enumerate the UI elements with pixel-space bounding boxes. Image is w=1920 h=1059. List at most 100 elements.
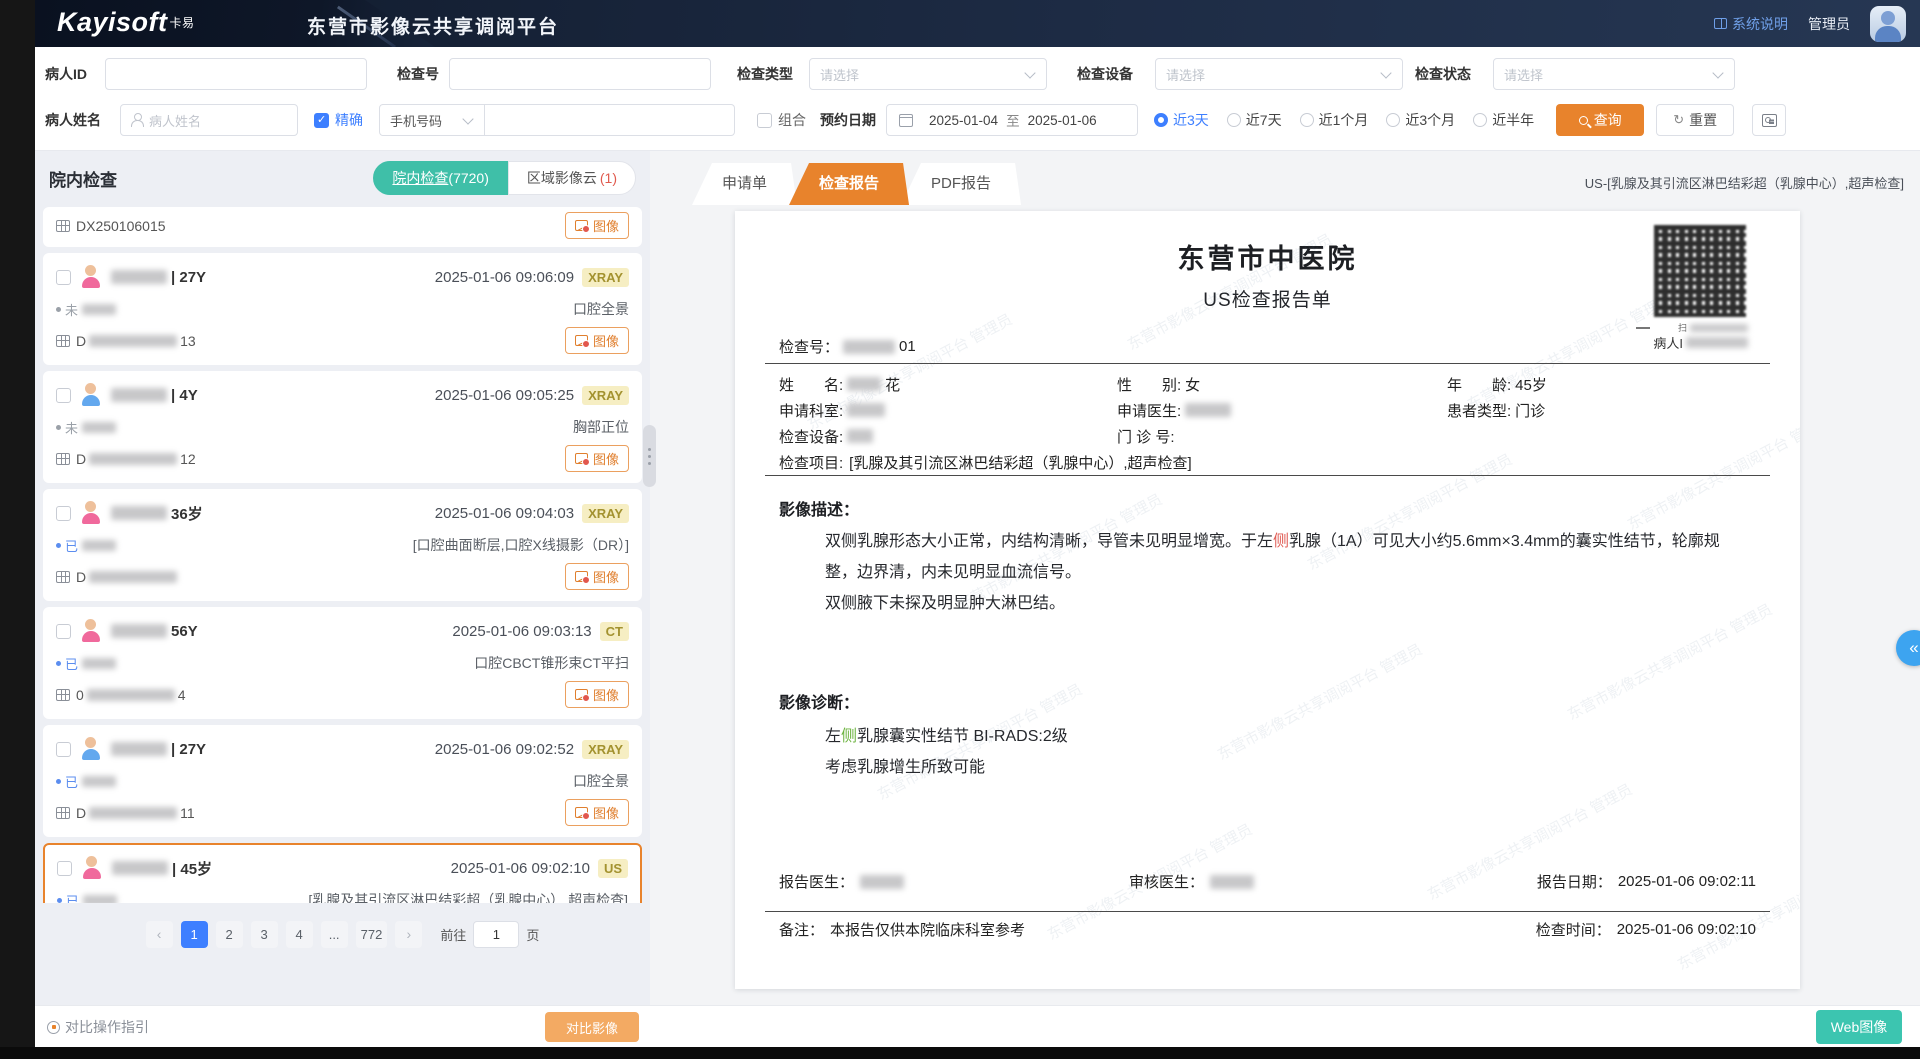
open-image-button[interactable]: 图像 <box>565 327 629 354</box>
page-button-772[interactable]: 772 <box>356 921 388 948</box>
redacted-patient-name <box>112 861 168 875</box>
exam-select-checkbox[interactable] <box>56 624 71 639</box>
redacted-patient-name <box>111 270 167 284</box>
exam-card[interactable]: | 27Y 2025-01-06 09:02:52 XRAY 已 口腔全景 D … <box>43 725 642 837</box>
open-image-button[interactable]: 图像 <box>565 681 629 708</box>
exam-card-mid-row: 已 [乳腺及其引流区淋巴结彩超（乳腺中心）,超声检查] <box>57 890 628 903</box>
exam-select-checkbox[interactable] <box>56 742 71 757</box>
search-panel: 病人ID 检查号 检查类型 请选择 检查设备 请选择 检查状态 请选择 病人姓名… <box>35 47 1920 151</box>
collapse-panel-fab[interactable]: « <box>1896 630 1920 666</box>
date-range-picker[interactable]: 2025-01-04 至 2025-01-06 <box>886 104 1138 136</box>
reset-button[interactable]: ↻ 重置 <box>1656 104 1734 136</box>
page-button-2[interactable]: 2 <box>216 921 243 948</box>
info-row: 申请科室: 申请医生: 患者类型:门诊 <box>779 397 1756 423</box>
sidebar-source-tab-院内检查[interactable]: 院内检查 (7720) <box>373 161 507 195</box>
compare-guide-link[interactable]: 对比操作指引 <box>47 1017 149 1037</box>
exact-checkbox[interactable] <box>314 113 329 128</box>
report-note-row: 备注：本报告仅供本院临床科室参考 检查时间：2025-01-06 09:02:1… <box>779 919 1756 940</box>
exam-card[interactable]: | 45岁 2025-01-06 09:02:10 US 已 [乳腺及其引流区淋… <box>43 843 642 903</box>
exam-status-select[interactable]: 请选择 <box>1493 58 1735 90</box>
report-status: 已 <box>56 772 116 791</box>
current-user-label: 管理员 <box>1808 14 1850 34</box>
search-button[interactable]: 查询 <box>1556 104 1644 136</box>
exam-select-checkbox[interactable] <box>56 506 71 521</box>
exam-card[interactable]: 56Y 2025-01-06 09:03:13 CT 已 口腔CBCT锥形束CT… <box>43 607 642 719</box>
page-button-1[interactable]: 1 <box>181 921 208 948</box>
diagnosis-text: 左侧乳腺囊实性结节 BI-RADS:2级 考虑乳腺增生所致可能 <box>825 721 1736 783</box>
web-image-button[interactable]: Web图像 <box>1816 1010 1902 1044</box>
exam-device-select[interactable]: 请选择 <box>1155 58 1403 90</box>
exam-id-suffix: 13 <box>180 333 196 349</box>
exam-card-top-row: | 27Y 2025-01-06 09:02:52 XRAY <box>56 736 629 762</box>
exam-select-checkbox[interactable] <box>56 388 71 403</box>
exam-datetime: 2025-01-06 09:02:10 <box>451 860 590 877</box>
patient-age: | 4Y <box>171 387 198 404</box>
open-image-button[interactable]: 图像 <box>565 212 629 239</box>
patient-avatar-icon <box>80 855 104 881</box>
exam-select-checkbox[interactable] <box>57 861 72 876</box>
report-tab-申请单[interactable]: 申请单 <box>692 163 797 205</box>
film-icon <box>56 571 70 583</box>
page-button-4[interactable]: 4 <box>286 921 313 948</box>
search-button-label: 查询 <box>1594 110 1622 130</box>
exam-select-checkbox[interactable] <box>56 270 71 285</box>
quick-range-近3天[interactable]: 近3天 <box>1154 110 1209 130</box>
compare-guide-icon <box>47 1021 60 1034</box>
open-image-button[interactable]: 图像 <box>565 563 629 590</box>
page-next-button[interactable]: › <box>395 921 422 948</box>
system-help-link[interactable]: 系统说明 <box>1714 14 1788 34</box>
exam-card-partial[interactable]: DX250106015 图像 <box>43 207 642 247</box>
phone-input[interactable] <box>485 104 735 136</box>
page-ellipsis[interactable]: ... <box>321 921 348 948</box>
exact-label: 精确 <box>335 110 363 130</box>
exam-card-mid-row: 未 口腔全景 <box>56 299 629 319</box>
modality-badge: CT <box>600 622 629 641</box>
patient-id-input[interactable] <box>105 58 367 90</box>
status-prefix: 未 <box>65 300 78 319</box>
patient-name-input[interactable]: 病人姓名 <box>120 104 298 136</box>
app-header: Kayisoft卡易 东营市影像云共享调阅平台 系统说明 管理员 <box>35 0 1920 47</box>
quick-range-近3个月[interactable]: 近3个月 <box>1386 110 1455 130</box>
compare-images-button[interactable]: 对比影像 <box>545 1012 639 1042</box>
page-button-3[interactable]: 3 <box>251 921 278 948</box>
quick-range-label: 近7天 <box>1246 110 1282 130</box>
redacted-status <box>83 895 117 904</box>
report-tab-检查报告[interactable]: 检查报告 <box>789 163 909 205</box>
sidebar-source-tab-区域影像云[interactable]: 区域影像云 (1) <box>508 161 636 195</box>
info-row: 检查设备: 门 诊 号: <box>779 423 1756 449</box>
user-avatar[interactable] <box>1870 6 1906 42</box>
exam-card[interactable]: | 4Y 2025-01-06 09:05:25 XRAY 未 胸部正位 D 1… <box>43 371 642 483</box>
exam-no-input[interactable] <box>449 58 711 90</box>
layout-settings-button[interactable] <box>1752 104 1786 136</box>
combo-checkbox[interactable] <box>757 113 772 128</box>
tab-count: (7720) <box>448 170 488 186</box>
exam-type-select[interactable]: 请选择 <box>809 58 1047 90</box>
image-icon <box>575 453 588 464</box>
quick-range-近7天[interactable]: 近7天 <box>1227 110 1282 130</box>
exam-card[interactable]: | 27Y 2025-01-06 09:06:09 XRAY 未 口腔全景 D … <box>43 253 642 365</box>
exam-card[interactable]: 36岁 2025-01-06 09:04:03 XRAY 已 [口腔曲面断层,口… <box>43 489 642 601</box>
bottom-bar: 对比操作指引 对比影像 Web图像 <box>35 1005 1920 1047</box>
quick-range-近1个月[interactable]: 近1个月 <box>1300 110 1369 130</box>
description-line: 双侧腋下未探及明显肿大淋巴结。 <box>825 588 1736 619</box>
exam-card-mid-row: 未 胸部正位 <box>56 417 629 437</box>
redacted-status <box>82 422 116 433</box>
panel-resize-handle[interactable] <box>643 425 656 487</box>
laterality-highlight: 侧 <box>1273 533 1289 550</box>
name-label: 姓 名: <box>779 374 843 395</box>
patient-name-placeholder: 病人姓名 <box>149 111 201 130</box>
gender-value: 女 <box>1185 374 1200 395</box>
redacted-exam-id <box>89 807 177 819</box>
exam-type-label: 检查类型 <box>737 64 809 84</box>
phone-field-select[interactable]: 手机号码 <box>379 104 485 136</box>
exam-id: D 11 <box>76 805 195 821</box>
report-subtitle: US检查报告单 <box>735 285 1800 312</box>
open-image-button[interactable]: 图像 <box>565 445 629 472</box>
dept-label: 申请科室: <box>779 400 843 421</box>
goto-page-input[interactable] <box>473 921 519 948</box>
status-prefix: 已 <box>65 536 78 555</box>
quick-range-近半年[interactable]: 近半年 <box>1473 110 1534 130</box>
report-tab-PDF报告[interactable]: PDF报告 <box>901 163 1021 205</box>
open-image-button[interactable]: 图像 <box>565 799 629 826</box>
page-prev-button[interactable]: ‹ <box>146 921 173 948</box>
